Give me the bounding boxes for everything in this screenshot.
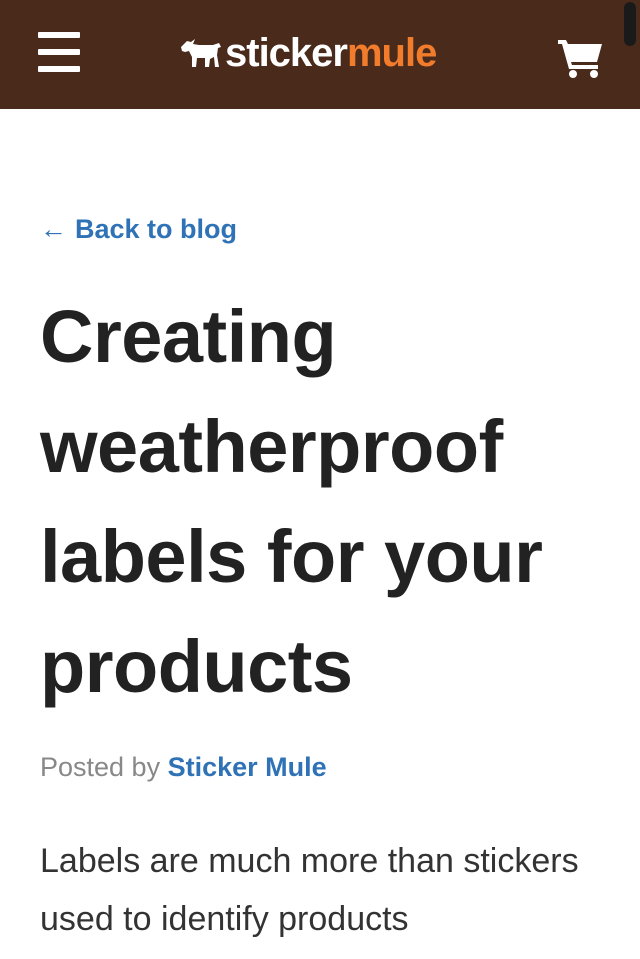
mule-icon (181, 39, 221, 67)
hamburger-menu-icon[interactable] (38, 32, 80, 72)
article-title: Creating weatherproof labels for your pr… (40, 295, 543, 708)
top-nav-bar: stickermule (0, 0, 640, 109)
posted-by-label: Posted by (40, 752, 161, 782)
back-to-blog-link[interactable]: ← Back to blog (40, 210, 237, 248)
author-link[interactable]: Sticker Mule (168, 752, 327, 782)
scrollbar-thumb[interactable] (624, 2, 636, 46)
article-intro-paragraph: Labels are much more than stickers used … (40, 842, 579, 938)
back-arrow-icon: ← (40, 214, 67, 244)
shopping-cart-icon[interactable] (556, 36, 604, 78)
back-to-blog-label: Back to blog (75, 214, 238, 244)
posted-by-line: Posted by Sticker Mule (40, 750, 327, 784)
sticker-mule-logo[interactable]: stickermule (179, 28, 437, 78)
logo-word-mule: mule (346, 31, 437, 75)
logo-word-sticker: sticker (225, 31, 348, 75)
